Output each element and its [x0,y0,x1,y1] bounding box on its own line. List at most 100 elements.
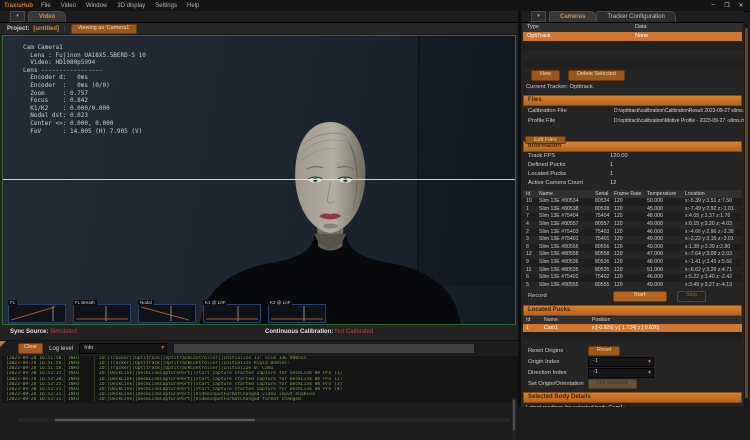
active-camera-count-value: 12 [610,179,616,188]
menu-video[interactable]: Video [61,3,76,9]
restore-icon[interactable]: ❐ [723,2,731,9]
camera-row[interactable]: 11Slim 13E #805358053512051.000x:-6.62 y… [523,267,742,275]
camera-row[interactable]: 8Slim 13E #805568055612049.000x:1.38 y:3… [523,244,742,252]
cell: 49.000 [647,244,685,252]
direction-index-dropdown[interactable]: -1 ▼ [588,368,654,378]
cell: 51.000 [647,267,685,275]
tab-cameras[interactable]: Cameras [549,11,596,22]
video-panel: ▾ Video Project: [untitled] | Viewing as… [0,11,518,407]
project-name: [untitled] [33,26,59,32]
record-stop-button[interactable]: Stop [677,291,706,302]
cell: Encoder d: 0ms [23,74,88,81]
origin-index-dropdown[interactable]: -1 ▼ [588,357,654,367]
log-level-dropdown[interactable]: Info ▼ [79,343,167,354]
graph-thumbnail-fl[interactable]: FL [8,300,64,322]
close-icon[interactable]: ✕ [737,2,745,9]
cell: 10 [523,198,539,206]
minimize-icon[interactable]: – [709,2,717,9]
cell: x:-5.39 y:3.51 z:7.50 [685,198,742,206]
camera-viewport[interactable]: Cam Camera1 Lens : Fujinon UA18X5.5BERD-… [2,35,516,325]
tracker-row[interactable]: OptiTrackNone [523,32,742,41]
graph-thumbnail-k2-lnf[interactable]: K2 @ LnF [268,300,324,322]
camera-row[interactable]: 2Slim 13E #754037540312046.000x:-4.66 y:… [523,229,742,237]
cell: 120 [614,221,647,229]
delete-selected-button[interactable]: Delete Selected [568,70,625,81]
tab-video[interactable]: Video [28,11,66,22]
located-pucks-count-row: Located Pucks 1 [521,170,744,179]
camera-row[interactable]: 12Slim 13E #805588055812047.000x:-7.64 y… [523,251,742,259]
graph-thumbnail-k1-lnf[interactable]: K1 @ LnF [203,300,259,322]
menu-file[interactable]: File [41,3,51,9]
cell: Encoder : 0ms (0/0) [23,82,110,89]
thumbnail-label: FL Breath [73,300,97,305]
cell: x:-6.62 y:3.26 z:4.71 [685,267,742,275]
new-button[interactable]: New [531,70,560,81]
reset-origins-row: Reset Origins Reset [521,346,744,357]
camera-table-rows: 10Slim 13E #805348053412050.000x:-5.39 y… [523,198,742,290]
track-fps-value: 120.00 [610,152,628,161]
cell: 120 [614,213,647,221]
origin-index-row: Origin Index -1 ▼ [521,357,744,368]
eye-level-tracking-line [3,179,515,180]
cell: x:5.22 y:3.40 z:-2.42 [685,274,742,282]
log-output[interactable]: [2023-09-28 16:51:58.392]INFOZD:|Tracker… [2,356,518,403]
set-origin-button[interactable]: Not selected [588,379,637,389]
menu-settings[interactable]: Settings [155,3,177,9]
project-bar: Project: [untitled] | Viewing as 'Camera… [0,23,518,35]
log-horizontal-scrollbar[interactable] [18,418,510,422]
cell: 80556 [595,244,614,252]
log-toolbar: Clear Log level Info ▼ [0,341,518,356]
information-section-header: Information [523,141,742,152]
camera-list-table: IdNameSerialFrame RateTemperatureLocatio… [523,190,742,290]
profile-file-path: D:\optitrack\calibration\Motive Profile … [614,116,744,126]
camera-row[interactable]: 3Slim 13E #754017540112049.000x:-2.22 y:… [523,236,742,244]
overlay-line: FoV : 14.005 (H) 7.905 (V) [23,128,146,136]
cell: 120 [614,282,647,290]
log-vertical-scrollbar[interactable] [512,398,516,440]
log-level-label: Log level [49,346,73,352]
cell: x:[-0.926] y:[ 1.724] z:[ 0.626] [592,324,742,332]
camera-row[interactable]: 4Slim 13E #805578055712049.000x:0.15 y:3… [523,221,742,229]
thumbnail-label: K2 @ LnF [268,300,292,305]
panel-menu-icon[interactable]: ▾ [10,11,25,22]
camera-row[interactable]: 7Slim 13E #754047540412048.000x:4.05 y:3… [523,213,742,221]
graph-thumbnail-nodal[interactable]: Nodal [138,300,194,322]
lens-graph-thumbnails: FL FL Breath Nodal K1 @ LnF K2 @ LnF [8,300,324,322]
origin-index-value: -1 [593,358,598,364]
direction-index-label: Direction Index [528,368,588,379]
menu-help[interactable]: Help [187,3,199,9]
thumbnail-label: Nodal [138,300,154,305]
camera-row[interactable]: 6Slim 13E #754027540212046.000x:5.22 y:3… [523,274,742,282]
panel-corner-marker [0,341,6,347]
tab-tracker-configuration[interactable]: Tracker Configuration [596,11,675,22]
camera-row[interactable]: 9Slim 13E #805368053612048.000x:-1.41 y:… [523,259,742,267]
overlay-line: K1/K2 : 0.000/0.000 [23,105,146,113]
cell: 80557 [595,221,614,229]
cell: Slim 13E #80535 [539,267,595,275]
overlay-line: Zoom : 0.757 [23,90,146,98]
menu-3d-display[interactable]: 3D display [117,3,145,9]
clear-log-button[interactable]: Clear [18,343,43,354]
continuous-calibration-value: Not Calibrated [335,329,373,335]
cell: Name [539,190,595,198]
puck-row[interactable]: 1Cam1x:[-0.926] y:[ 1.724] z:[ 0.626] [523,324,742,332]
cell: Center <>: 0.000, 0.000 [23,120,113,127]
defined-pucks-label: Defined Pucks [528,161,610,170]
log-filter-input[interactable] [173,343,475,354]
record-start-button[interactable]: Start [613,291,667,302]
sync-source-value: Simulated [50,329,77,335]
menu-window[interactable]: Window [86,3,107,9]
cell: 5 [523,282,539,290]
cell: 46.000 [647,274,685,282]
defined-pucks-row: Defined Pucks 1 [521,161,744,170]
cell: 49.000 [647,282,685,290]
graph-thumbnail-fl-breath[interactable]: FL Breath [73,300,129,322]
camera-row[interactable]: 1Slim 13E #805388053812045.000x:-7.49 y:… [523,206,742,214]
viewing-as-button[interactable]: Viewing as 'Camera1' [71,24,138,34]
reset-button[interactable]: Reset [588,346,620,356]
panel-menu-icon[interactable]: ▾ [531,11,546,22]
camera-row[interactable]: 5Slim 13E #805558055512049.000x:3.49 y:3… [523,282,742,290]
overlay-line: Lens : Fujinon UA18X5.5BERD-S 10 [23,52,146,60]
camera-row[interactable]: 10Slim 13E #805348053412050.000x:-5.39 y… [523,198,742,206]
tracker-panel-scrollbar[interactable] [744,24,749,407]
